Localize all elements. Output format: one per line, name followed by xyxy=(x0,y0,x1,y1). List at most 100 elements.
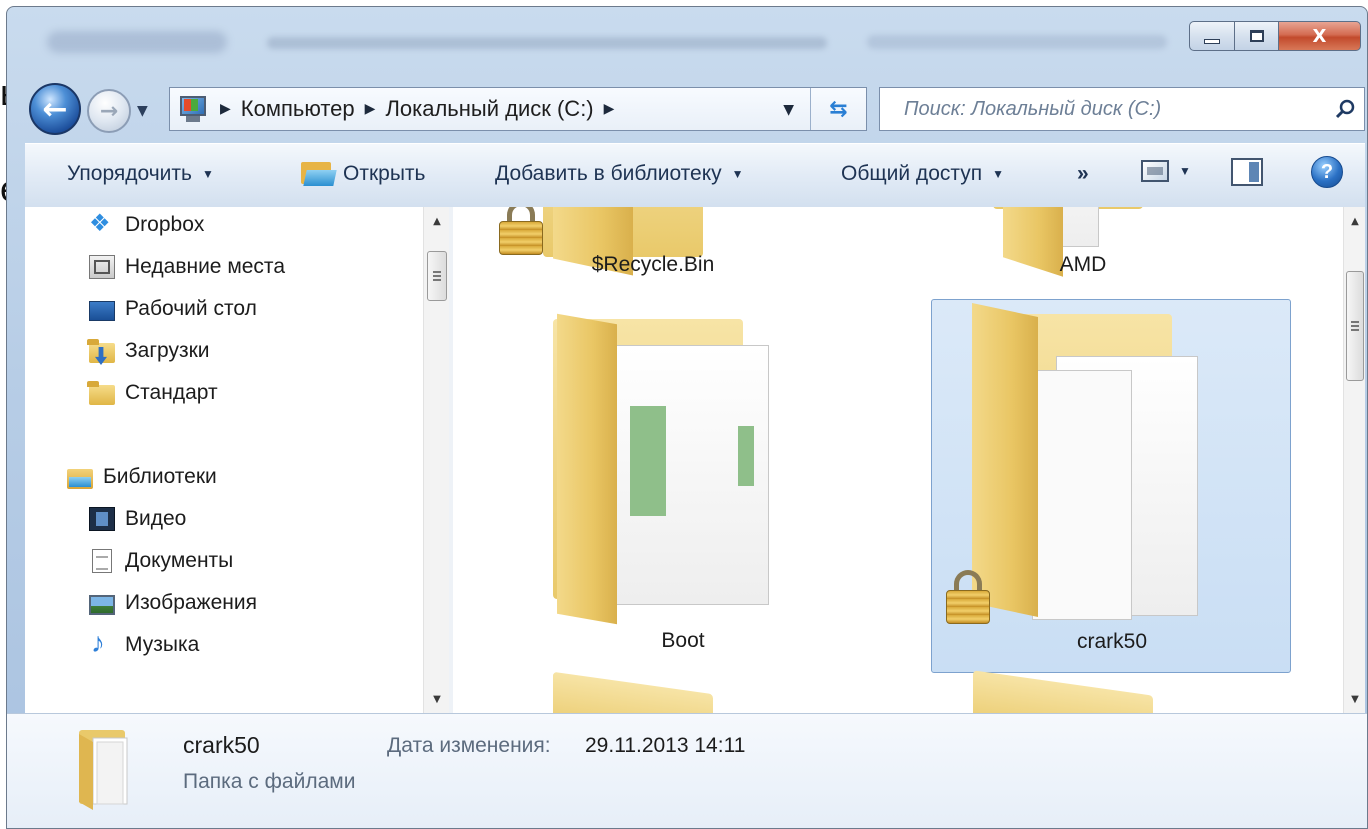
nav-item-pictures[interactable]: Изображения xyxy=(89,591,257,615)
forward-arrow-icon: → xyxy=(99,98,119,124)
nav-item-libraries[interactable]: Библиотеки xyxy=(67,465,217,489)
breadcrumb-computer[interactable]: Компьютер xyxy=(241,96,355,122)
file-item-partial[interactable] xyxy=(973,670,1173,713)
scroll-down-icon[interactable]: ▼ xyxy=(424,687,450,711)
search-icon[interactable] xyxy=(1334,98,1356,120)
nav-item-label: Рабочий стол xyxy=(125,297,257,320)
help-button[interactable]: ? xyxy=(1311,156,1343,188)
open-button[interactable]: Открыть xyxy=(301,162,425,186)
folder-preview-image xyxy=(738,426,754,486)
nav-item-label: Изображения xyxy=(125,591,257,614)
back-arrow-icon: ← xyxy=(42,91,68,127)
close-button[interactable]: X xyxy=(1279,21,1361,51)
details-file-type: Папка с файлами xyxy=(183,770,356,793)
open-folder-icon xyxy=(301,162,337,186)
folder-paper xyxy=(609,345,769,605)
computer-icon xyxy=(178,94,210,124)
refresh-icon: ⇆ xyxy=(829,96,848,122)
breadcrumb-arrow-icon[interactable]: ▶ xyxy=(604,101,615,117)
scroll-up-icon[interactable]: ▲ xyxy=(424,209,450,233)
folder-back xyxy=(553,671,713,713)
file-item-boot[interactable]: Boot xyxy=(513,299,853,673)
file-item-recycle-bin[interactable]: $Recycle.Bin xyxy=(483,207,783,297)
maximize-button[interactable] xyxy=(1235,21,1279,51)
minimize-icon xyxy=(1204,38,1220,44)
recent-pages-dropdown-icon[interactable]: ▼ xyxy=(137,103,148,119)
address-dropdown-icon[interactable]: ▼ xyxy=(783,102,794,118)
file-list-scrollbar[interactable]: ▲ ▼ xyxy=(1343,207,1365,713)
folder-preview-image xyxy=(630,406,666,516)
lock-icon xyxy=(499,207,543,255)
caption-buttons: X xyxy=(1189,21,1361,51)
file-list: $Recycle.Bin AMD Boot crark50 xyxy=(453,207,1343,713)
chevron-down-icon: ▼ xyxy=(1179,164,1191,178)
folder-icon xyxy=(79,730,128,810)
refresh-button[interactable]: ⇆ xyxy=(810,88,866,130)
title-blur xyxy=(267,37,827,49)
grip-icon xyxy=(1351,321,1359,331)
search-box[interactable]: Поиск: Локальный диск (C:) xyxy=(879,87,1365,131)
add-to-library-button[interactable]: Добавить в библиотеку ▼ xyxy=(495,162,744,186)
share-button[interactable]: Общий доступ ▼ xyxy=(841,162,1004,186)
maximize-icon xyxy=(1249,30,1264,42)
navigation-pane: Dropbox Недавние места Рабочий стол Загр… xyxy=(25,207,425,713)
downloads-icon xyxy=(87,339,115,363)
file-item-partial[interactable] xyxy=(553,671,753,713)
scrollbar-thumb[interactable] xyxy=(427,251,447,301)
close-icon: X xyxy=(1312,25,1327,47)
title-bar[interactable]: X xyxy=(7,7,1367,67)
nav-item-documents[interactable]: Документы xyxy=(89,549,233,573)
preview-pane-icon xyxy=(1231,158,1263,186)
folder-back xyxy=(973,670,1153,713)
breadcrumb-local-disk[interactable]: Локальный диск (C:) xyxy=(385,96,593,122)
explorer-window: X ← → ▼ ▶ Компьютер ▶ Локальный диск (C:… xyxy=(6,6,1368,829)
more-commands-button[interactable]: » xyxy=(1077,162,1089,186)
forward-button[interactable]: → xyxy=(87,89,131,133)
nav-item-music[interactable]: Музыка xyxy=(89,627,199,659)
nav-item-label: Видео xyxy=(125,507,187,530)
organize-button[interactable]: Упорядочить ▼ xyxy=(67,162,214,186)
folder-front xyxy=(557,313,617,625)
nav-pane-scrollbar[interactable]: ▲ ▼ xyxy=(423,207,449,713)
file-label: AMD xyxy=(1059,253,1107,276)
change-view-button[interactable]: ▼ xyxy=(1141,160,1191,182)
share-label: Общий доступ xyxy=(841,162,983,185)
scrollbar-thumb[interactable] xyxy=(1346,271,1364,381)
chevron-down-icon: ▼ xyxy=(731,167,744,181)
details-file-name: crark50 xyxy=(183,732,260,758)
video-icon xyxy=(89,507,115,531)
nav-item-label: Стандарт xyxy=(125,381,218,404)
scroll-up-icon[interactable]: ▲ xyxy=(1344,209,1366,233)
details-date-value: 29.11.2013 14:11 xyxy=(585,734,746,757)
more-icon: » xyxy=(1077,162,1089,185)
command-bar: Упорядочить ▼ Открыть Добавить в библиот… xyxy=(25,143,1365,207)
nav-item-recent-places[interactable]: Недавние места xyxy=(89,255,285,279)
lock-icon xyxy=(946,570,990,624)
nav-item-desktop[interactable]: Рабочий стол xyxy=(89,297,257,321)
file-label: Boot xyxy=(661,629,705,652)
file-item-crark50[interactable]: crark50 xyxy=(931,299,1291,673)
add-to-library-label: Добавить в библиотеку xyxy=(495,162,722,185)
nav-item-dropbox[interactable]: Dropbox xyxy=(89,209,204,238)
dropbox-icon xyxy=(89,209,115,238)
nav-item-downloads[interactable]: Загрузки xyxy=(87,339,210,363)
minimize-button[interactable] xyxy=(1189,21,1235,51)
breadcrumb-arrow-icon[interactable]: ▶ xyxy=(220,101,231,117)
nav-item-video[interactable]: Видео xyxy=(89,507,186,531)
preview-pane-button[interactable] xyxy=(1231,158,1263,186)
nav-item-standard[interactable]: Стандарт xyxy=(87,381,218,405)
breadcrumb-arrow-icon[interactable]: ▶ xyxy=(365,101,376,117)
file-label: crark50 xyxy=(1076,630,1148,653)
view-icon xyxy=(1141,160,1169,182)
details-date-label: Дата изменения: xyxy=(387,734,551,757)
address-bar[interactable]: ▶ Компьютер ▶ Локальный диск (C:) ▶ ▼ ⇆ xyxy=(169,87,867,131)
file-item-amd[interactable]: AMD xyxy=(933,207,1233,297)
nav-item-label: Недавние места xyxy=(125,255,285,278)
folder-paper xyxy=(1032,370,1132,620)
title-blur xyxy=(867,35,1167,49)
chevron-down-icon: ▼ xyxy=(992,167,1004,181)
scroll-down-icon[interactable]: ▼ xyxy=(1344,687,1366,711)
back-button[interactable]: ← xyxy=(29,83,81,135)
organize-label: Упорядочить xyxy=(67,162,192,185)
nav-item-label: Библиотеки xyxy=(103,465,217,488)
